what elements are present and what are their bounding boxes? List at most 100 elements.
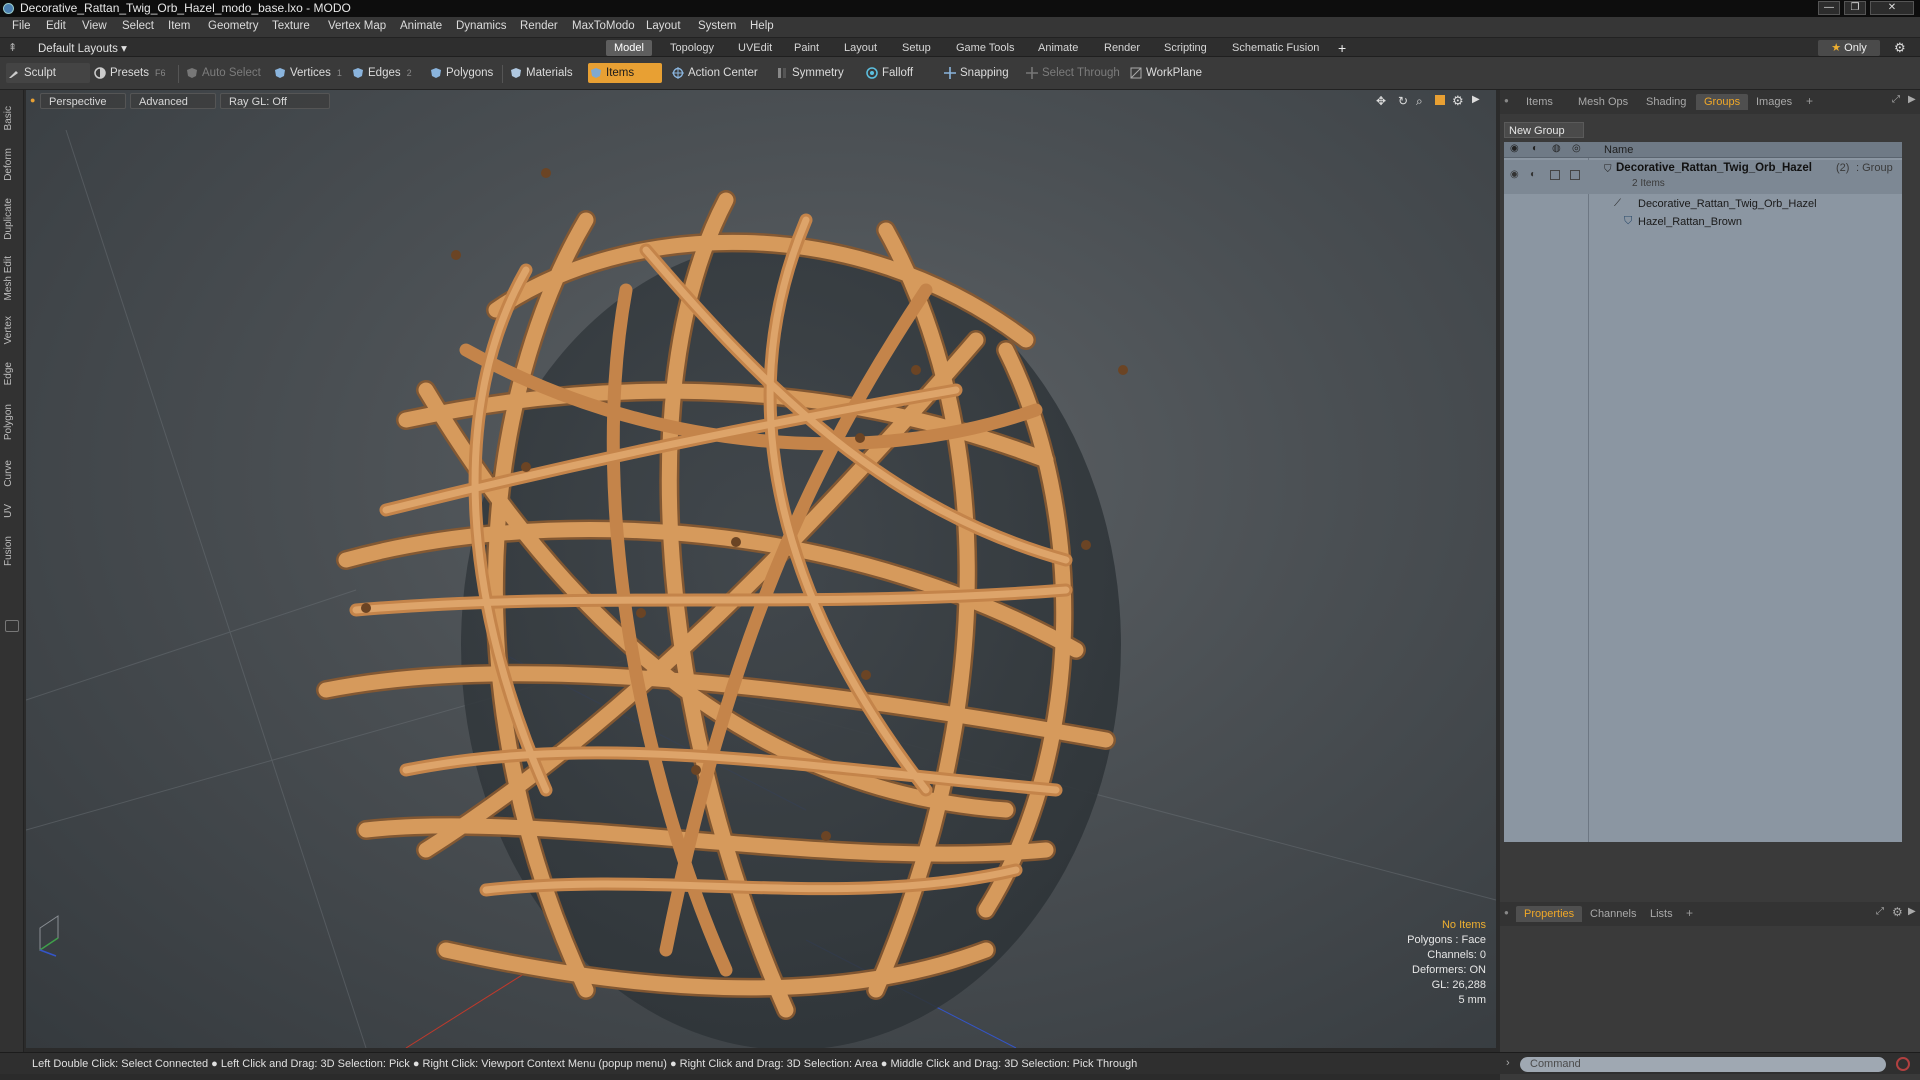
move-view-icon[interactable]: ✥ <box>1376 94 1386 108</box>
vtab-deform[interactable]: Deform <box>3 148 21 181</box>
tab-model[interactable]: Model <box>606 40 652 56</box>
viewport-expand-arrow-icon[interactable]: ▶ <box>1472 94 1480 105</box>
workplane-button[interactable]: WorkPlane <box>1128 63 1208 83</box>
panel-expand-icon[interactable]: ⤢ <box>1892 94 1900 105</box>
new-group-button[interactable]: New Group <box>1504 122 1584 138</box>
fit-view-icon[interactable] <box>1435 95 1445 105</box>
action-center-button[interactable]: Action Center <box>670 63 764 83</box>
sculpt-button[interactable]: Sculpt <box>6 63 90 83</box>
snapping-button[interactable]: Snapping <box>942 63 1015 83</box>
group-child-row[interactable]: ⟋ Decorative_Rattan_Twig_Orb_Hazel <box>1504 196 1902 214</box>
tab-mesh-ops[interactable]: Mesh Ops <box>1570 94 1636 110</box>
add-tab-button[interactable]: + <box>1330 40 1354 56</box>
group-visibility-eye-icon[interactable]: ◉ <box>1510 169 1519 180</box>
vtab-polygon[interactable]: Polygon <box>3 404 21 440</box>
gear-icon[interactable]: ⚙ <box>1894 40 1906 56</box>
properties-menu-dot-icon[interactable]: ● <box>1504 908 1509 917</box>
render-column-icon[interactable]: ◐ <box>1532 143 1538 154</box>
3d-viewport[interactable]: ● Perspective Advanced Ray GL: Off ✥ ↻ ⌕… <box>26 90 1496 1048</box>
menu-dynamics[interactable]: Dynamics <box>456 20 506 32</box>
rotate-view-icon[interactable]: ↻ <box>1398 94 1408 108</box>
tab-items[interactable]: Items <box>1518 94 1561 110</box>
menu-edit[interactable]: Edit <box>46 20 66 32</box>
tab-schematic-fusion[interactable]: Schematic Fusion <box>1224 40 1327 56</box>
lock-column-icon[interactable]: ◍ <box>1552 143 1561 154</box>
vtab-uv[interactable]: UV <box>3 504 21 518</box>
default-layouts-dropdown[interactable]: Default Layouts ▾ <box>38 41 127 55</box>
maximize-button[interactable]: ❐ <box>1844 1 1866 15</box>
menu-texture[interactable]: Texture <box>272 20 310 32</box>
menu-file[interactable]: File <box>12 20 31 32</box>
materials-button[interactable]: Materials <box>508 63 579 83</box>
select-through-button[interactable]: Select Through <box>1024 63 1126 83</box>
zoom-view-icon[interactable]: ⌕ <box>1416 94 1423 109</box>
vtab-curve[interactable]: Curve <box>3 460 21 487</box>
viewport-settings-icon[interactable]: ⚙ <box>1452 93 1464 109</box>
tab-groups[interactable]: Groups <box>1696 94 1749 110</box>
menu-item[interactable]: Item <box>168 20 190 32</box>
menu-vertex-map[interactable]: Vertex Map <box>328 20 386 32</box>
group-render-icon[interactable]: ◐ <box>1530 169 1536 180</box>
tab-setup[interactable]: Setup <box>894 40 939 56</box>
menu-render[interactable]: Render <box>520 20 558 32</box>
properties-expand-icon[interactable]: ⤢ <box>1876 906 1884 917</box>
menu-animate[interactable]: Animate <box>400 20 442 32</box>
tab-lists[interactable]: Lists <box>1642 906 1681 922</box>
viewport-menu-dot-icon[interactable]: ● <box>30 95 35 105</box>
panel-arrow-icon[interactable]: ▶ <box>1908 94 1916 105</box>
properties-gear-icon[interactable]: ⚙ <box>1892 905 1903 919</box>
group-row[interactable]: ◉ ◐ ⛉ Decorative_Rattan_Twig_Orb_Hazel (… <box>1504 160 1902 194</box>
visibility-column-eye-icon[interactable]: ◉ <box>1510 143 1519 154</box>
panel-menu-dot-icon[interactable]: ● <box>1504 96 1509 105</box>
tab-paint[interactable]: Paint <box>786 40 827 56</box>
menu-system[interactable]: System <box>698 20 736 32</box>
menu-geometry[interactable]: Geometry <box>208 20 259 32</box>
tab-uvedit[interactable]: UVEdit <box>730 40 780 56</box>
tab-channels[interactable]: Channels <box>1582 906 1644 922</box>
group-select-checkbox[interactable] <box>1570 170 1580 180</box>
panel-toggle-icon[interactable] <box>5 620 19 632</box>
auto-select-button[interactable]: Auto Select <box>184 63 267 83</box>
tab-topology[interactable]: Topology <box>662 40 722 56</box>
view-mode-dropdown[interactable]: Perspective <box>40 93 126 109</box>
symmetry-button[interactable]: Symmetry <box>774 63 850 83</box>
menu-help[interactable]: Help <box>750 20 774 32</box>
vtab-vertex[interactable]: Vertex <box>3 316 21 344</box>
only-toggle[interactable]: ★ Only <box>1818 40 1880 56</box>
vertices-button[interactable]: Vertices 1 <box>272 63 348 83</box>
edges-button[interactable]: Edges 2 <box>350 63 418 83</box>
add-properties-tab-icon[interactable]: + <box>1686 906 1693 920</box>
properties-arrow-icon[interactable]: ▶ <box>1908 906 1916 917</box>
items-button[interactable]: Items <box>588 63 662 83</box>
vtab-basic[interactable]: Basic <box>3 106 21 130</box>
shading-mode-dropdown[interactable]: Advanced <box>130 93 216 109</box>
rattan-twig-orb-model[interactable] <box>316 168 1128 1048</box>
tab-animate[interactable]: Animate <box>1030 40 1086 56</box>
tab-properties[interactable]: Properties <box>1516 906 1583 922</box>
menu-view[interactable]: View <box>82 20 107 32</box>
layout-lock-icon[interactable]: ⇞ <box>8 41 17 54</box>
menu-layout[interactable]: Layout <box>646 20 681 32</box>
minimize-button[interactable]: — <box>1818 1 1840 15</box>
tab-scripting[interactable]: Scripting <box>1156 40 1215 56</box>
polygons-button[interactable]: Polygons <box>428 63 499 83</box>
group-child-row[interactable]: ⛉ Hazel_Rattan_Brown <box>1504 214 1902 232</box>
vtab-edge[interactable]: Edge <box>3 362 21 385</box>
add-panel-tab-icon[interactable]: + <box>1806 94 1813 108</box>
presets-button[interactable]: Presets F6 <box>92 63 172 83</box>
close-button[interactable]: ✕ <box>1870 1 1914 15</box>
vtab-duplicate[interactable]: Duplicate <box>3 198 21 240</box>
group-lock-checkbox[interactable] <box>1550 170 1560 180</box>
tab-render[interactable]: Render <box>1096 40 1148 56</box>
select-column-icon[interactable]: ◎ <box>1572 143 1581 154</box>
record-icon[interactable] <box>1896 1057 1910 1071</box>
tab-images[interactable]: Images <box>1748 94 1800 110</box>
menu-select[interactable]: Select <box>122 20 154 32</box>
tab-layout[interactable]: Layout <box>836 40 885 56</box>
tab-shading[interactable]: Shading <box>1638 94 1694 110</box>
raygl-toggle[interactable]: Ray GL: Off <box>220 93 330 109</box>
menu-maxtomodo[interactable]: MaxToModo <box>572 20 635 32</box>
falloff-button[interactable]: Falloff <box>864 63 919 83</box>
vtab-fusion[interactable]: Fusion <box>3 536 21 566</box>
vtab-mesh-edit[interactable]: Mesh Edit <box>3 256 21 300</box>
